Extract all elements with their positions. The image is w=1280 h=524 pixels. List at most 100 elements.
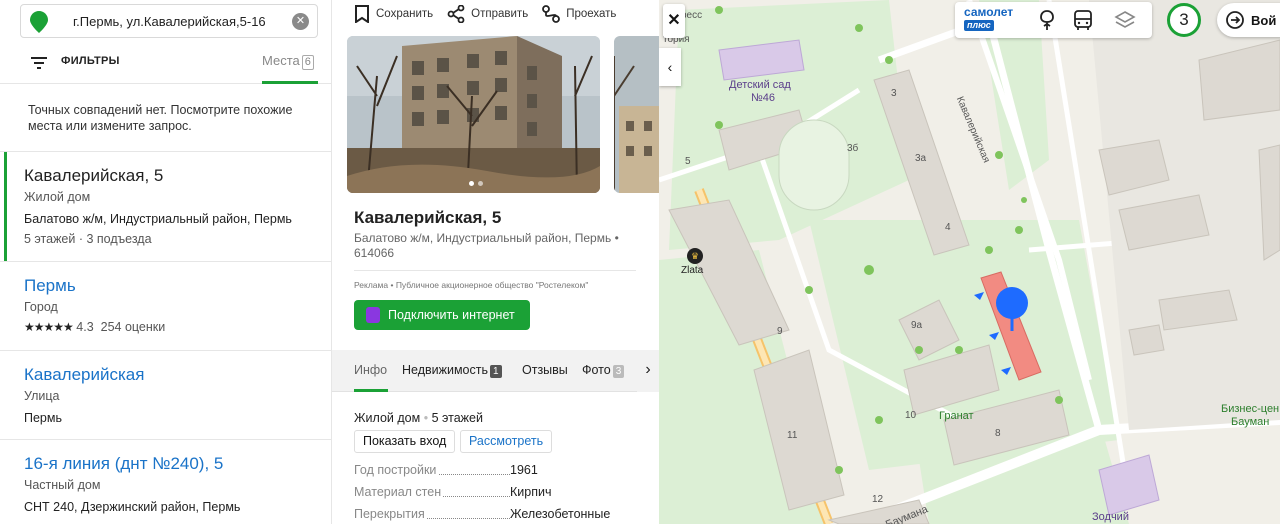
address-text: Балатово ж/м, Индустриальный район, Перм… [354, 231, 612, 245]
review-count: 254 оценки [100, 320, 166, 334]
rostelecom-logo-icon [366, 307, 380, 323]
connect-internet-button[interactable]: Подключить интернет [354, 300, 530, 330]
samolet-plus-button[interactable]: самолет плюс [964, 6, 1013, 31]
tab-realty-label: Недвижимость [402, 363, 488, 377]
list-item[interactable]: Пермь Город ★★★★★ 4.3 254 оценки [0, 261, 331, 350]
place-address: Балатово ж/м, Индустриальный район, Перм… [354, 231, 619, 260]
layers-icon[interactable] [1114, 9, 1136, 31]
map-toolbar: самолет плюс [955, 2, 1152, 38]
building-photo[interactable] [347, 36, 600, 193]
save-button[interactable]: Сохранить [354, 5, 433, 23]
map-view[interactable]: ресс тория Детский сад №46 Кавалерийская… [659, 0, 1280, 524]
chevron-left-icon[interactable]: ‹ [659, 48, 681, 86]
share-icon [447, 5, 465, 23]
list-item[interactable]: Кавалерийская, 5 Жилой дом Балатово ж/м,… [0, 151, 331, 261]
list-item[interactable]: 16-я линия (днт №240), 5 Частный дом СНТ… [0, 439, 331, 524]
close-icon[interactable]: ✕ [292, 13, 309, 30]
result-title[interactable]: Кавалерийская, 5 [24, 165, 331, 187]
tab-places[interactable]: Места 6 [262, 53, 314, 70]
tab-reviews[interactable]: Отзывы [522, 363, 568, 377]
ad-company: Публичное акционерное общество "Ростелек… [395, 280, 589, 290]
map-label: Детский сад [729, 79, 791, 91]
spec-key: Год постройки [354, 463, 439, 477]
show-entrance-button[interactable]: Показать вход [354, 430, 456, 453]
photo-pagination [469, 181, 483, 186]
save-label: Сохранить [376, 8, 434, 20]
card-tabs: Инфо Недвижимость 1 Отзывы Фото 3 › [332, 350, 659, 392]
place-card: Сохранить Отправить Проехать Кавалерийск… [332, 0, 659, 524]
house-number: 11 [787, 430, 798, 441]
house-number: 9 [777, 326, 783, 337]
share-button[interactable]: Отправить [447, 5, 528, 23]
bookmark-icon [355, 5, 369, 23]
building-type: Жилой дом [354, 411, 421, 425]
tree-icon[interactable] [1036, 9, 1058, 31]
card-actions: Сохранить Отправить Проехать [354, 4, 616, 24]
tab-photos-count: 3 [612, 365, 625, 378]
search-input[interactable]: г.Пермь, ул.Кавалерийская,5-16 [73, 14, 266, 29]
building-photo-2[interactable] [614, 36, 659, 193]
spec-row: Перекрытия Железобетонные [354, 507, 644, 524]
spec-key: Материал стен [354, 485, 444, 499]
results-list: Кавалерийская, 5 Жилой дом Балатово ж/м,… [0, 151, 331, 524]
view-3d-button[interactable]: Рассмотреть [460, 430, 553, 453]
house-number: 3а [915, 153, 927, 164]
result-address: Балатово ж/м, Индустриальный район, Перм… [24, 212, 292, 226]
route-button[interactable]: Проехать [542, 5, 616, 23]
brand-bottom: плюс [964, 20, 994, 31]
bus-icon[interactable] [1072, 9, 1094, 31]
places-label: Места [262, 53, 300, 68]
house-number: 3 [891, 88, 897, 99]
tab-realty[interactable]: Недвижимость 1 [402, 363, 502, 378]
spec-row: Год постройки 1961 [354, 463, 644, 485]
result-title[interactable]: Пермь [24, 275, 331, 297]
house-number: 5 [685, 156, 691, 167]
tab-photos[interactable]: Фото 3 [582, 363, 625, 378]
tab-underline [262, 81, 318, 84]
share-label: Отправить [471, 8, 529, 20]
list-item[interactable]: Кавалерийская Улица Пермь [0, 350, 331, 439]
crown-icon: ♛ [687, 248, 703, 264]
divider [354, 270, 636, 271]
building-floors: 5 этажей [431, 411, 483, 425]
building-summary: Жилой дом • 5 этажей [354, 411, 483, 425]
result-title[interactable]: Кавалерийская [24, 364, 331, 386]
filters-bar: ФИЛЬТРЫ Места 6 [0, 46, 331, 84]
filters-button[interactable]: ФИЛЬТРЫ [61, 55, 120, 67]
star-rating-icon: ★★★★★ [24, 320, 74, 334]
result-rating: ★★★★★ 4.3 254 оценки [24, 317, 331, 337]
building-specs: Год постройки 1961 Материал стен Кирпич Пе… [354, 463, 644, 524]
login-icon [1226, 11, 1244, 29]
result-address: СНТ 240, Дзержинский район, Пермь [24, 500, 241, 514]
rating-value: 4.3 [76, 320, 94, 334]
place-title: Кавалерийская, 5 [354, 208, 502, 227]
login-button[interactable]: Вой [1217, 3, 1280, 37]
ad-label: Реклама • Публичное акционерное общество… [354, 280, 589, 290]
filter-icon[interactable] [31, 56, 47, 70]
location-pin-icon [30, 11, 48, 33]
result-subtitle: Жилой дом [24, 190, 91, 204]
result-title[interactable]: 16-я линия (днт №240), 5 [24, 453, 331, 475]
ad-tag: Реклама [354, 280, 389, 290]
brand-top: самолет [964, 5, 1014, 19]
close-icon[interactable]: ✕ [663, 4, 685, 38]
map-label: Бизнес-цен [1221, 403, 1280, 415]
traffic-score[interactable]: 3 [1167, 3, 1201, 37]
house-number: 10 [905, 410, 917, 421]
map-label: Бауман [1231, 416, 1270, 428]
no-match-message: Точных совпадений нет. Посмотрите похожи… [28, 103, 293, 133]
map-label: Zlata [681, 265, 704, 276]
chevron-right-icon[interactable]: › [637, 350, 659, 392]
tab-photos-label: Фото [582, 363, 611, 377]
location-marker-icon[interactable] [994, 287, 1030, 331]
route-label: Проехать [566, 8, 617, 20]
result-subtitle: Улица [24, 389, 60, 403]
house-number: 12 [872, 494, 884, 505]
spec-row: Материал стен Кирпич [354, 485, 644, 507]
tab-info[interactable]: Инфо [354, 363, 387, 377]
result-subtitle: Частный дом [24, 478, 101, 492]
spec-value: 1961 [510, 463, 538, 477]
result-subtitle: Город [24, 300, 58, 314]
tab-underline [354, 389, 388, 392]
search-box[interactable]: г.Пермь, ул.Кавалерийская,5-16 ✕ [20, 4, 318, 38]
